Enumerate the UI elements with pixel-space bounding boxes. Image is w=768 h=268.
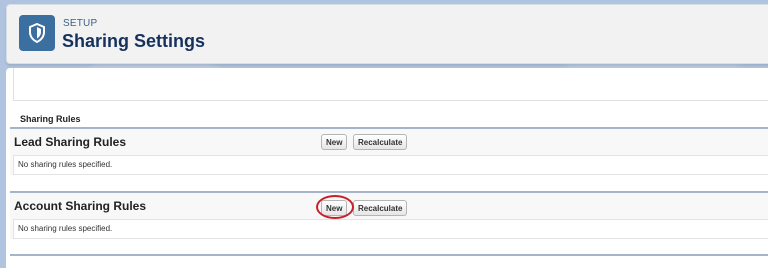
divider — [10, 254, 768, 256]
breadcrumb[interactable]: SETUP — [63, 18, 97, 29]
new-button[interactable]: New — [321, 200, 348, 216]
section-label: Sharing Rules — [20, 114, 81, 124]
rule-header: Account Sharing Rules New Recalculate — [10, 193, 768, 219]
page-title: Sharing Settings — [62, 31, 206, 51]
lead-sharing-rules-block: Lead Sharing Rules New Recalculate No sh… — [10, 127, 768, 175]
top-panel — [13, 68, 768, 101]
rule-list: No sharing rules specified. — [13, 155, 768, 175]
rule-header: Lead Sharing Rules New Recalculate — [10, 129, 768, 155]
new-button[interactable]: New — [321, 134, 348, 150]
empty-message: No sharing rules specified. — [18, 160, 113, 169]
recalculate-button[interactable]: Recalculate — [353, 200, 408, 216]
rule-title: Account Sharing Rules — [14, 199, 147, 213]
shield-icon — [19, 15, 55, 51]
recalculate-button[interactable]: Recalculate — [353, 134, 408, 150]
rule-list: No sharing rules specified. — [13, 219, 768, 239]
account-sharing-rules-block: Account Sharing Rules New Recalculate No… — [10, 191, 768, 239]
empty-message: No sharing rules specified. — [18, 224, 113, 233]
rule-title: Lead Sharing Rules — [14, 135, 127, 149]
page-header: SETUP Sharing Settings — [6, 4, 768, 64]
